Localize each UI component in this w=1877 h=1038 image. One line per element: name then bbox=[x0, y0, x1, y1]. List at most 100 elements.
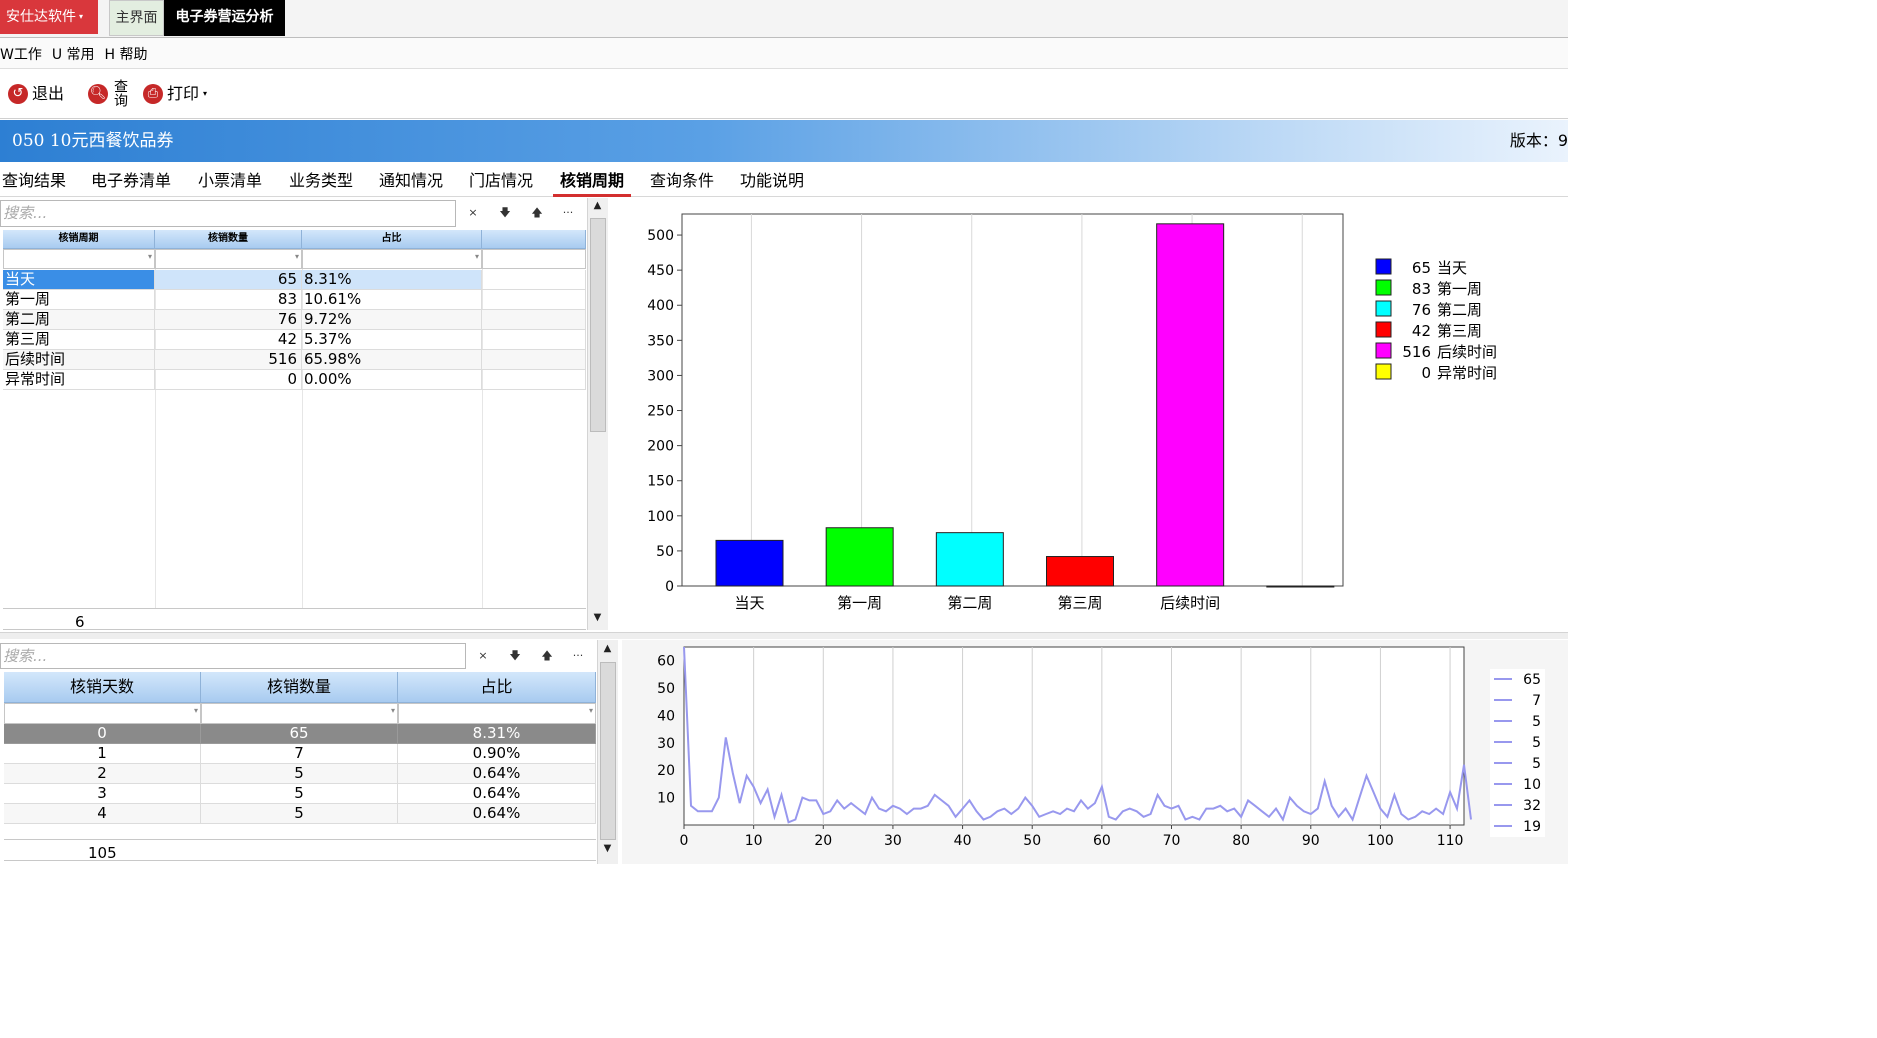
filter-cell[interactable] bbox=[482, 249, 586, 269]
arrow-down-icon[interactable]: 🡇 bbox=[500, 644, 530, 668]
table-row[interactable]: 后续时间 516 65.98% bbox=[3, 350, 586, 370]
title-banner: 050 10元西餐饮品券 版本：9 bbox=[0, 120, 1568, 162]
tab-query-results[interactable]: 查询结果 bbox=[2, 170, 66, 194]
table-row[interactable]: 第三周 42 5.37% bbox=[3, 330, 586, 350]
filter-cell[interactable] bbox=[155, 249, 302, 269]
scroll-thumb[interactable] bbox=[590, 218, 606, 432]
cell-empty bbox=[482, 310, 586, 330]
column-header-count[interactable]: 核销数量 bbox=[155, 230, 302, 249]
clear-icon[interactable]: × bbox=[458, 201, 488, 225]
exit-label: 退出 bbox=[32, 84, 65, 103]
cell-ratio: 10.61% bbox=[302, 290, 482, 310]
table-row[interactable]: 第二周 76 9.72% bbox=[3, 310, 586, 330]
scroll-up-icon[interactable]: ▲ bbox=[599, 643, 616, 654]
line-chart: 0 10 20 30 40 50 60 70 80 90 100 110 10 20 30 40 50 60 65 7… bbox=[657, 646, 1545, 849]
tab-receipt-list[interactable]: 小票清单 bbox=[198, 170, 262, 194]
y-tick-label: 350 bbox=[647, 333, 674, 349]
filter-cell[interactable] bbox=[3, 249, 155, 269]
scroll-thumb[interactable] bbox=[600, 662, 616, 840]
legend-swatch bbox=[1375, 258, 1392, 275]
tab-redemption-cycle[interactable]: 核销周期 bbox=[553, 170, 632, 197]
x-tick-label: 30 bbox=[884, 833, 902, 849]
grid2-footer: 105 bbox=[4, 839, 596, 862]
table-row[interactable]: 第一周 83 10.61% bbox=[3, 290, 586, 310]
more-icon[interactable]: ··· bbox=[563, 644, 593, 668]
tab-function-help[interactable]: 功能说明 bbox=[740, 170, 804, 194]
arrow-up-icon[interactable]: 🡅 bbox=[532, 644, 562, 668]
x-tick-label: 80 bbox=[1232, 833, 1250, 849]
cell-empty bbox=[482, 370, 586, 390]
tab-stores[interactable]: 门店情况 bbox=[469, 170, 533, 194]
arrow-up-icon[interactable]: 🡅 bbox=[522, 201, 552, 225]
column-header-count[interactable]: 核销数量 bbox=[201, 672, 398, 703]
cell-ratio: 0.64% bbox=[398, 764, 596, 784]
cell-ratio: 5.37% bbox=[302, 330, 482, 350]
toolbar: ↺ 退出 🔍︎ 查询 ⎙ 打印 ▾ bbox=[0, 69, 1568, 119]
cell-ratio: 0.64% bbox=[398, 784, 596, 804]
table-row[interactable]: 1 7 0.90% bbox=[4, 744, 596, 764]
legend-value: 0 bbox=[1421, 364, 1431, 382]
brand-menu-button[interactable]: 安仕达软件 ▾ bbox=[0, 0, 98, 34]
more-icon[interactable]: ··· bbox=[553, 201, 583, 225]
legend-value: 42 bbox=[1412, 322, 1431, 340]
tab-coupon-list[interactable]: 电子券清单 bbox=[91, 170, 171, 194]
filter-cell[interactable] bbox=[4, 703, 201, 724]
clear-icon[interactable]: × bbox=[468, 644, 498, 668]
cell-days: 3 bbox=[4, 784, 201, 804]
filter-cell[interactable] bbox=[201, 703, 398, 724]
table-row[interactable]: 4 5 0.64% bbox=[4, 804, 596, 824]
tab-notifications[interactable]: 通知情况 bbox=[379, 170, 443, 194]
menu-common[interactable]: U 常用 bbox=[52, 47, 95, 63]
cell-ratio: 0.64% bbox=[398, 804, 596, 824]
y-tick-label: 60 bbox=[657, 654, 675, 670]
menu-work[interactable]: W工作 bbox=[0, 47, 42, 63]
grid2-scrollbar[interactable]: ▲ ▼ bbox=[597, 640, 618, 864]
splitter[interactable] bbox=[0, 632, 1568, 639]
legend-label: 后续时间 bbox=[1437, 343, 1497, 361]
legend-swatch bbox=[1375, 279, 1392, 296]
column-header-cycle[interactable]: 核销周期 bbox=[3, 230, 155, 249]
legend-label: 第一周 bbox=[1437, 280, 1482, 298]
grid1-scrollbar[interactable]: ▲ ▼ bbox=[587, 198, 608, 630]
menu-help[interactable]: H 帮助 bbox=[105, 47, 148, 63]
query-button[interactable]: 🔍︎ 查询 bbox=[88, 79, 128, 109]
table-row[interactable]: 当天 65 8.31% bbox=[3, 270, 586, 290]
tab-main-window[interactable]: 主界面 bbox=[109, 0, 164, 36]
x-tick-label: 第一周 bbox=[837, 594, 882, 612]
legend-label: 5 bbox=[1532, 756, 1541, 772]
filter-cell[interactable] bbox=[302, 249, 482, 269]
x-tick-label: 50 bbox=[1023, 833, 1041, 849]
legend-label: 5 bbox=[1532, 714, 1541, 730]
legend-label: 5 bbox=[1532, 735, 1541, 751]
scroll-up-icon[interactable]: ▲ bbox=[589, 200, 606, 211]
tab-business-type[interactable]: 业务类型 bbox=[289, 170, 353, 194]
legend-value: 83 bbox=[1412, 280, 1431, 298]
tab-query-conditions[interactable]: 查询条件 bbox=[650, 170, 714, 194]
filter-cell[interactable] bbox=[398, 703, 596, 724]
arrow-down-icon[interactable]: 🡇 bbox=[490, 201, 520, 225]
column-header-days[interactable]: 核销天数 bbox=[4, 672, 201, 703]
y-tick-label: 30 bbox=[657, 736, 675, 752]
grid2-search-input[interactable]: 搜索... bbox=[0, 643, 466, 669]
cell-days: 0 bbox=[4, 724, 201, 744]
legend-swatch bbox=[1375, 300, 1392, 317]
y-tick-label: 0 bbox=[665, 579, 674, 595]
grid1-search-input[interactable]: 搜索... bbox=[0, 200, 456, 227]
print-button[interactable]: ⎙ 打印 ▾ bbox=[143, 79, 207, 109]
version-label: 版本：9 bbox=[1509, 131, 1568, 150]
cell-days: 2 bbox=[4, 764, 201, 784]
cell-ratio: 8.31% bbox=[302, 270, 482, 290]
scroll-down-icon[interactable]: ▼ bbox=[589, 612, 606, 623]
x-tick-label: 后续时间 bbox=[1160, 594, 1220, 612]
scroll-down-icon[interactable]: ▼ bbox=[599, 843, 616, 854]
exit-button[interactable]: ↺ 退出 bbox=[8, 79, 64, 109]
x-tick-label: 当天 bbox=[734, 594, 764, 612]
bar bbox=[935, 532, 1004, 587]
column-header-ratio[interactable]: 占比 bbox=[398, 672, 596, 703]
table-row[interactable]: 3 5 0.64% bbox=[4, 784, 596, 804]
table-row[interactable]: 0 65 8.31% bbox=[4, 724, 596, 744]
table-row[interactable]: 2 5 0.64% bbox=[4, 764, 596, 784]
tab-coupon-analysis[interactable]: 电子券营运分析 bbox=[164, 0, 285, 36]
table-row[interactable]: 异常时间 0 0.00% bbox=[3, 370, 586, 390]
column-header-ratio[interactable]: 占比 bbox=[302, 230, 482, 249]
